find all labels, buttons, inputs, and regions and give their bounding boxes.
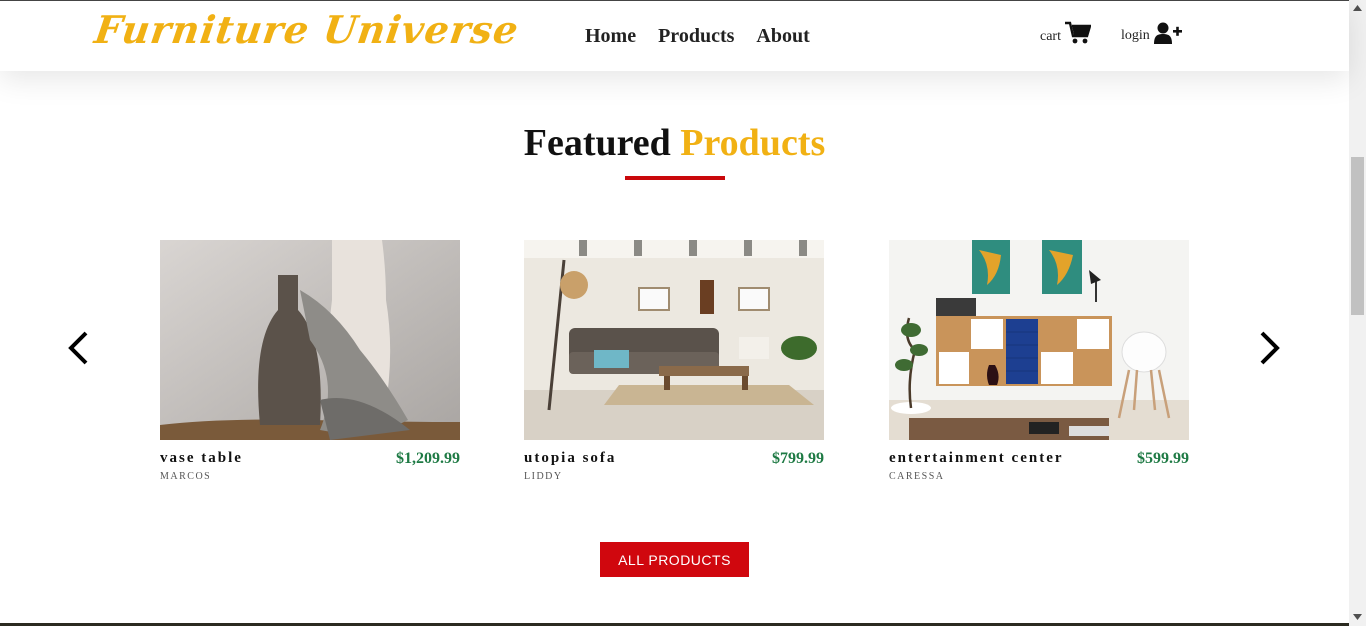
product-name: utopia sofa [524,450,617,466]
product-price: $599.99 [1137,450,1189,467]
section-title-accent: Products [680,122,826,164]
product-card[interactable]: vase table $1,209.99 MARCOS [160,240,460,494]
product-maker: MARCOS [160,471,212,482]
section-title-main: Featured [523,122,671,164]
product-image[interactable] [524,240,824,440]
cart-label: cart [1040,29,1061,44]
scroll-down-arrow-icon[interactable] [1353,614,1362,620]
nav-home-link[interactable]: Home [585,25,636,48]
nav-about-link[interactable]: About [756,25,809,48]
product-image[interactable] [889,240,1189,440]
product-name: entertainment center [889,450,1064,466]
logo[interactable]: Furniture Universe [92,7,522,52]
cart-button[interactable]: cart [1040,21,1091,45]
nav-actions: cart login [1040,21,1182,45]
product-maker: LIDDY [524,471,563,482]
product-image[interactable] [160,240,460,440]
nav-products-link[interactable]: Products [658,25,734,48]
chevron-left-icon[interactable] [66,330,90,366]
product-name: vase table [160,450,243,466]
section-title: Featured Products [0,121,1349,165]
product-info: entertainment center $599.99 CARESSA [889,450,1189,494]
chevron-right-icon[interactable] [1258,330,1282,366]
product-card[interactable]: utopia sofa $799.99 LIDDY [524,240,824,494]
scroll-thumb[interactable] [1351,157,1364,315]
product-info: vase table $1,209.99 MARCOS [160,450,460,494]
all-products-button[interactable]: ALL PRODUCTS [600,542,749,577]
cart-icon [1064,21,1091,44]
main-nav: Home Products About [585,25,810,48]
login-button[interactable]: login [1121,22,1182,44]
title-underline [625,176,725,180]
product-price: $1,209.99 [396,450,460,467]
login-label: login [1120,28,1150,43]
user-plus-icon [1153,22,1182,44]
product-card[interactable]: entertainment center $599.99 CARESSA [889,240,1189,494]
page-scrollbar[interactable] [1349,0,1366,626]
product-info: utopia sofa $799.99 LIDDY [524,450,824,494]
product-price: $799.99 [772,450,824,467]
scroll-up-arrow-icon[interactable] [1353,5,1362,11]
navbar: Furniture Universe Home Products About c… [0,0,1349,71]
product-maker: CARESSA [889,471,945,482]
